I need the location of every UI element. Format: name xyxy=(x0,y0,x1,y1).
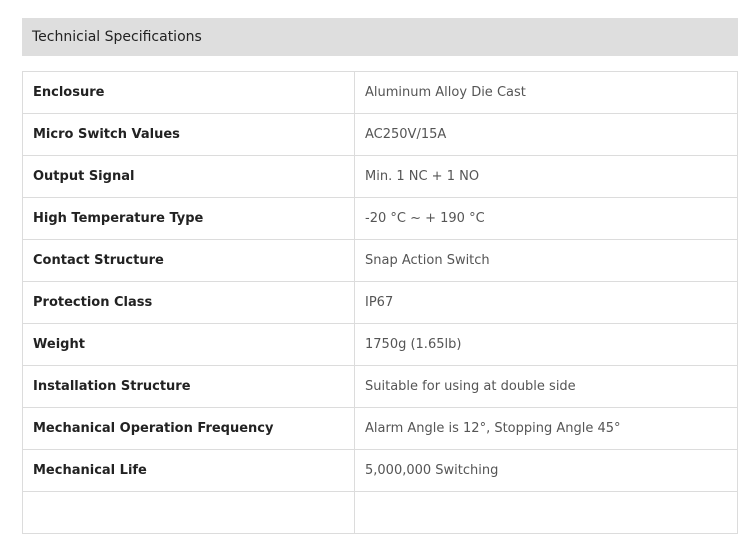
table-row: Output Signal Min. 1 NC + 1 NO xyxy=(22,155,738,198)
section-title: Technicial Specifications xyxy=(32,29,202,45)
spec-value: Alarm Angle is 12°, Stopping Angle 45° xyxy=(354,407,738,450)
spec-value: Suitable for using at double side xyxy=(354,365,738,408)
spec-value: Snap Action Switch xyxy=(354,239,738,282)
spec-value: -20 °C ~ + 190 °C xyxy=(354,197,738,240)
section-header: Technicial Specifications xyxy=(22,18,738,56)
table-row: Enclosure Aluminum Alloy Die Cast xyxy=(22,71,738,114)
table-row xyxy=(22,491,738,534)
spec-label xyxy=(22,491,355,534)
specifications-table: Enclosure Aluminum Alloy Die Cast Micro … xyxy=(22,71,738,534)
spec-label: Weight xyxy=(22,323,355,366)
spec-label: Mechanical Life xyxy=(22,449,355,492)
table-row: Installation Structure Suitable for usin… xyxy=(22,365,738,408)
spec-label: Enclosure xyxy=(22,71,355,114)
spec-label: Mechanical Operation Frequency xyxy=(22,407,355,450)
spec-label: High Temperature Type xyxy=(22,197,355,240)
table-row: Contact Structure Snap Action Switch xyxy=(22,239,738,282)
spec-value: 5,000,000 Switching xyxy=(354,449,738,492)
table-row: Micro Switch Values AC250V/15A xyxy=(22,113,738,156)
spec-label: Contact Structure xyxy=(22,239,355,282)
spec-label: Installation Structure xyxy=(22,365,355,408)
spec-value xyxy=(354,491,738,534)
spec-value: AC250V/15A xyxy=(354,113,738,156)
table-row: Weight 1750g (1.65lb) xyxy=(22,323,738,366)
table-row: Mechanical Life 5,000,000 Switching xyxy=(22,449,738,492)
spec-value: Min. 1 NC + 1 NO xyxy=(354,155,738,198)
table-row: Mechanical Operation Frequency Alarm Ang… xyxy=(22,407,738,450)
spec-label: Protection Class xyxy=(22,281,355,324)
spec-value: IP67 xyxy=(354,281,738,324)
spec-value: Aluminum Alloy Die Cast xyxy=(354,71,738,114)
spec-label: Micro Switch Values xyxy=(22,113,355,156)
table-row: Protection Class IP67 xyxy=(22,281,738,324)
spec-value: 1750g (1.65lb) xyxy=(354,323,738,366)
table-row: High Temperature Type -20 °C ~ + 190 °C xyxy=(22,197,738,240)
spec-label: Output Signal xyxy=(22,155,355,198)
